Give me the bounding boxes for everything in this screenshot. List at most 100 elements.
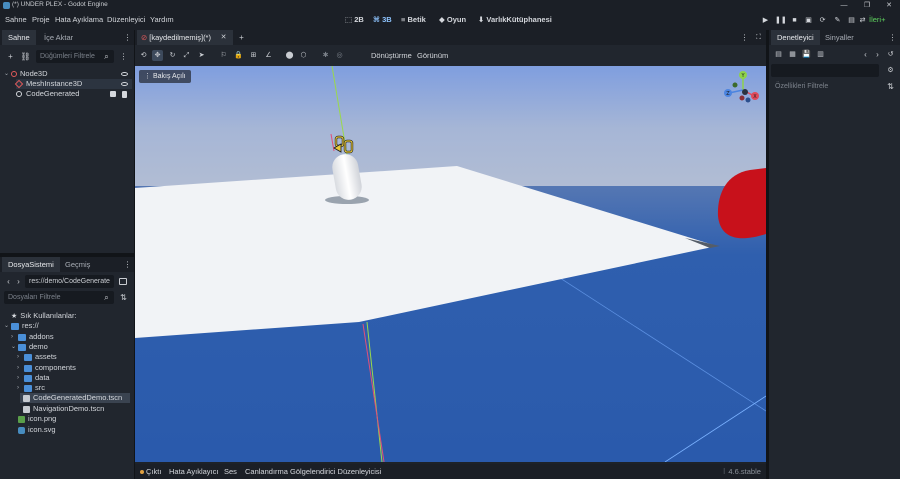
tab-signals[interactable]: Sinyaller <box>819 30 860 45</box>
tab-audio[interactable]: Ses <box>224 467 237 476</box>
menu-project[interactable]: Proje <box>32 15 50 24</box>
tab-history[interactable]: Geçmiş <box>59 257 96 272</box>
resource-menu-icon[interactable]: ▥ <box>815 49 826 60</box>
movie-icon[interactable]: ✎ <box>833 16 842 25</box>
property-filter-input[interactable]: Özellikleri Filtrele <box>771 80 879 93</box>
tab-animation[interactable]: Canlandırma <box>245 467 288 476</box>
expand-arrow-icon[interactable]: › <box>17 363 24 373</box>
menu-debug[interactable]: Hata Ayıklama <box>55 15 103 24</box>
tree-node-codegenerated[interactable]: CodeGenerated <box>16 89 79 99</box>
open-script-icon[interactable] <box>122 91 127 98</box>
history-forward-icon[interactable]: › <box>872 49 883 60</box>
expand-arrow-icon[interactable]: › <box>11 332 18 342</box>
remote-debug-icon[interactable]: ▤ <box>847 16 856 25</box>
view-menu[interactable]: Görünüm <box>417 51 448 60</box>
visibility-eye-icon[interactable] <box>121 72 128 76</box>
tab-import[interactable]: İçe Aktar <box>38 30 79 45</box>
folder-src[interactable]: › src <box>17 383 45 393</box>
pointer-icon[interactable]: ➤ <box>196 50 207 61</box>
environment-settings-icon[interactable]: ◎ <box>334 50 345 61</box>
mode-3d-button[interactable]: ⌘ 3B <box>373 15 392 24</box>
close-window-button[interactable]: ✕ <box>878 0 900 11</box>
pause-icon[interactable]: ❚❚ <box>775 16 787 25</box>
add-node-icon[interactable]: + <box>5 51 16 62</box>
split-view-icon[interactable] <box>119 278 127 285</box>
open-resource-icon[interactable]: ▦ <box>787 49 798 60</box>
play-custom-icon[interactable]: ⟳ <box>818 16 827 25</box>
history-back-icon[interactable]: ‹ <box>860 49 871 60</box>
minimize-button[interactable]: — <box>833 0 855 11</box>
scene-tabs-menu-icon[interactable]: ⋮ <box>739 32 750 43</box>
3d-viewport[interactable]: Y X Z ⋮ Bakış Açılı <box>135 66 766 462</box>
toggle-layout-icon[interactable]: ⇄ <box>858 16 867 25</box>
lock-icon[interactable]: 🔒 <box>233 50 244 61</box>
new-resource-icon[interactable]: ▤ <box>773 49 784 60</box>
perspective-button[interactable]: ⋮ Bakış Açılı <box>139 70 191 83</box>
tab-shader-editor[interactable]: Gölgelendirici Düzenleyicisi <box>290 467 381 476</box>
scale-mode-icon[interactable]: ⤢ <box>181 50 192 61</box>
expand-arrow-icon[interactable]: › <box>17 383 24 393</box>
tree-node-node3d[interactable]: ⌄ Node3D <box>4 69 48 79</box>
folder-res[interactable]: ⌄ res:// <box>4 321 39 331</box>
tree-node-meshinstance3d[interactable]: MeshInstance3D <box>14 79 132 89</box>
add-scene-tab-icon[interactable]: + <box>236 32 247 43</box>
folder-assets[interactable]: › assets <box>17 352 57 362</box>
collapse-arrow-icon[interactable]: ⌄ <box>4 69 11 79</box>
sort-icon[interactable]: ⇅ <box>118 292 129 303</box>
tab-filesystem[interactable]: DosyaSistemi <box>2 257 60 272</box>
move-mode-icon[interactable]: ✥ <box>152 50 163 61</box>
maximize-button[interactable]: ❐ <box>856 0 878 11</box>
path-input[interactable]: res://demo/CodeGenerate <box>25 275 114 288</box>
right-splitter[interactable] <box>766 30 769 479</box>
play-scene-icon[interactable]: ▣ <box>804 16 813 25</box>
file-navigationdemo[interactable]: NavigationDemo.tscn <box>23 404 104 414</box>
filesystem-menu-icon[interactable]: ⋮ <box>122 259 133 270</box>
preview-sun-icon[interactable]: ⬤ <box>284 50 295 61</box>
nav-forward-icon[interactable]: › <box>13 276 24 287</box>
save-resource-icon[interactable]: 💾 <box>801 49 812 60</box>
menu-editor[interactable]: Düzenleyici <box>107 15 145 24</box>
scene-tree-menu-icon[interactable]: ⋮ <box>118 51 129 62</box>
transform-menu[interactable]: Dönüştürme <box>371 51 412 60</box>
object-settings-icon[interactable]: ⚙ <box>885 65 896 76</box>
group-icon[interactable]: ⊞ <box>248 50 259 61</box>
menu-scene[interactable]: Sahne <box>5 15 27 24</box>
inspector-menu-icon[interactable]: ⋮ <box>887 32 898 43</box>
folder-demo[interactable]: ⌄ demo <box>11 342 48 352</box>
menu-help[interactable]: Yardım <box>150 15 174 24</box>
mode-script-button[interactable]: ≡ Betik <box>401 15 426 24</box>
close-tab-icon[interactable]: ✕ <box>218 32 229 43</box>
rotate-mode-icon[interactable]: ↻ <box>167 50 178 61</box>
file-icon-svg[interactable]: icon.svg <box>18 425 56 435</box>
property-sort-icon[interactable]: ⇅ <box>885 81 896 92</box>
mode-game-button[interactable]: ◆ Oyun <box>439 15 466 24</box>
renderer-select[interactable]: İleri+ <box>869 15 885 24</box>
tab-debugger[interactable]: Hata Ayıklayıcı <box>169 467 218 476</box>
preview-environment-icon[interactable]: ⬡ <box>298 50 309 61</box>
ruler-icon[interactable]: ⚐ <box>218 50 229 61</box>
folder-data[interactable]: › data <box>17 373 50 383</box>
snap-angle-icon[interactable]: ∠ <box>263 50 274 61</box>
scene-dock-menu-icon[interactable]: ⋮ <box>122 32 133 43</box>
folder-addons[interactable]: › addons <box>11 332 54 342</box>
collapse-arrow-icon[interactable]: ⌄ <box>11 342 18 352</box>
stop-icon[interactable]: ■ <box>790 16 799 25</box>
file-filter-input[interactable]: Dosyaları Filtrele <box>4 291 114 304</box>
tab-inspector[interactable]: Denetleyici <box>771 30 820 45</box>
tab-scene[interactable]: Sahne <box>2 30 36 45</box>
file-icon-png[interactable]: icon.png <box>18 414 56 424</box>
play-icon[interactable]: ▶ <box>761 16 770 25</box>
distraction-free-icon[interactable]: ⛶ <box>753 32 764 43</box>
collapse-arrow-icon[interactable]: ⌄ <box>4 321 11 331</box>
object-history-icon[interactable]: ↺ <box>885 49 896 60</box>
expand-arrow-icon[interactable]: › <box>17 352 24 362</box>
script-attached-icon[interactable] <box>110 91 116 97</box>
mode-2d-button[interactable]: ⬚ 2B <box>345 15 364 24</box>
mode-assetlib-button[interactable]: ⬇ VarlıkKütüphanesi <box>478 15 552 24</box>
expand-arrow-icon[interactable]: › <box>17 373 24 383</box>
left-splitter[interactable] <box>134 30 135 479</box>
folder-components[interactable]: › components <box>17 363 76 373</box>
file-codegenerateddemo[interactable]: CodeGeneratedDemo.tscn <box>20 393 130 403</box>
sun-settings-icon[interactable]: ✱ <box>320 50 331 61</box>
instance-scene-icon[interactable]: ⛓ <box>20 51 31 62</box>
